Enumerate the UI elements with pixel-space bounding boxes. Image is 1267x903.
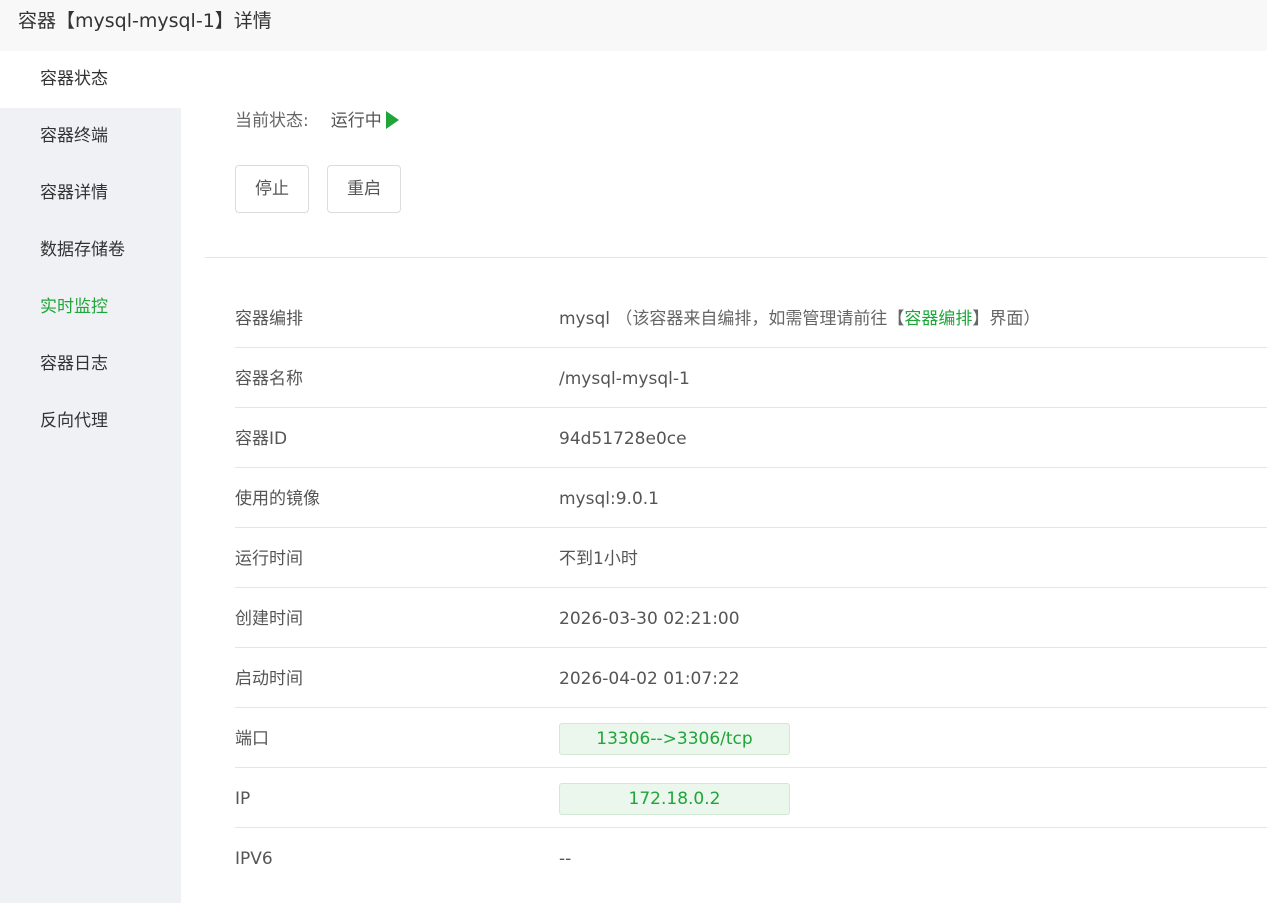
table-row-ipv6: IPV6 --	[235, 828, 1267, 888]
table-row-uptime: 运行时间 不到1小时	[235, 528, 1267, 588]
sidebar-item-data-volumes[interactable]: 数据存储卷	[0, 222, 181, 279]
status-value: 运行中	[330, 111, 382, 131]
status-row: 当前状态: 运行中	[235, 109, 399, 133]
status-label: 当前状态:	[235, 111, 309, 131]
image-value: mysql:9.0.1	[559, 489, 659, 509]
compose-name: mysql	[559, 309, 610, 329]
sidebar-item-reverse-proxy[interactable]: 反向代理	[0, 393, 181, 450]
row-label: 容器编排	[235, 309, 303, 329]
row-label: 容器名称	[235, 369, 303, 389]
sidebar: 容器状态 容器终端 容器详情 数据存储卷 实时监控 容器日志 反向代理	[0, 51, 181, 903]
row-label: 容器ID	[235, 429, 288, 449]
ipv6-value: --	[559, 849, 572, 869]
sidebar-item-container-details[interactable]: 容器详情	[0, 165, 181, 222]
sidebar-item-container-logs[interactable]: 容器日志	[0, 336, 181, 393]
compose-note-prefix: （该容器来自编排，如需管理请前往【	[615, 309, 905, 329]
divider	[205, 257, 1267, 258]
table-row-compose: 容器编排 mysql （该容器来自编排，如需管理请前往【容器编排】界面）	[235, 288, 1267, 348]
details-table: 容器编排 mysql （该容器来自编排，如需管理请前往【容器编排】界面） 容器名…	[235, 288, 1267, 888]
row-label: 使用的镜像	[235, 489, 320, 509]
row-label: 端口	[235, 729, 269, 749]
row-label: 运行时间	[235, 549, 303, 569]
row-label: 创建时间	[235, 609, 303, 629]
play-icon	[385, 111, 399, 129]
sidebar-item-container-terminal[interactable]: 容器终端	[0, 108, 181, 165]
page-header: 容器【mysql-mysql-1】详情	[0, 0, 1267, 51]
stop-button[interactable]: 停止	[235, 165, 309, 213]
table-row-started: 启动时间 2026-04-02 01:07:22	[235, 648, 1267, 708]
restart-button[interactable]: 重启	[327, 165, 401, 213]
compose-link[interactable]: 容器编排	[904, 309, 972, 329]
row-label: IPV6	[235, 849, 273, 869]
row-value: mysql （该容器来自编排，如需管理请前往【容器编排】界面）	[559, 307, 1040, 331]
main-content: 当前状态: 运行中 停止 重启 容器编排 mysql （该容器来自编排，如需管理请…	[181, 51, 1267, 903]
container-name-value: /mysql-mysql-1	[559, 369, 690, 389]
table-row-port: 端口 13306-->3306/tcp	[235, 708, 1267, 768]
port-tag: 13306-->3306/tcp	[559, 723, 790, 755]
sidebar-item-container-status[interactable]: 容器状态	[0, 51, 181, 108]
table-row-name: 容器名称 /mysql-mysql-1	[235, 348, 1267, 408]
compose-note-suffix: 】界面）	[972, 309, 1041, 329]
page-title: 容器【mysql-mysql-1】详情	[18, 10, 272, 32]
table-row-ip: IP 172.18.0.2	[235, 768, 1267, 828]
started-time-value: 2026-04-02 01:07:22	[559, 669, 740, 689]
created-time-value: 2026-03-30 02:21:00	[559, 609, 740, 629]
sidebar-item-realtime-monitor[interactable]: 实时监控	[0, 279, 181, 336]
ip-tag: 172.18.0.2	[559, 783, 790, 815]
row-label: 启动时间	[235, 669, 303, 689]
table-row-created: 创建时间 2026-03-30 02:21:00	[235, 588, 1267, 648]
uptime-value: 不到1小时	[559, 549, 638, 569]
container-id-value: 94d51728e0ce	[559, 429, 687, 449]
table-row-image: 使用的镜像 mysql:9.0.1	[235, 468, 1267, 528]
table-row-id: 容器ID 94d51728e0ce	[235, 408, 1267, 468]
row-label: IP	[235, 789, 251, 809]
